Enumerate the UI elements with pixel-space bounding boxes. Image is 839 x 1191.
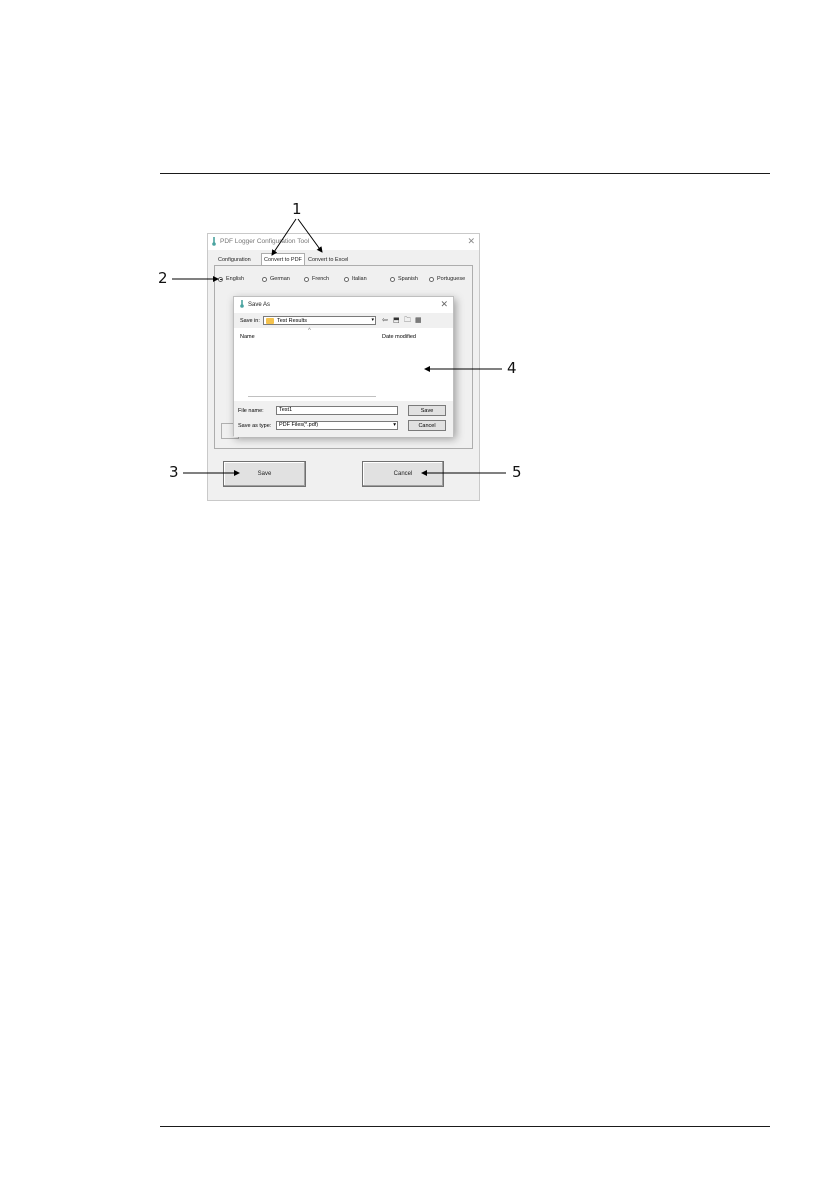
callout-number-4: 4 <box>507 359 517 377</box>
callout-number-5: 5 <box>512 463 522 481</box>
callout-number-2: 2 <box>158 269 168 287</box>
callout-number-1: 1 <box>292 200 302 218</box>
arrow-1a <box>271 218 297 256</box>
callout-number-3: 3 <box>169 463 179 481</box>
arrow-1b <box>297 218 323 253</box>
callout-arrows <box>172 218 506 476</box>
